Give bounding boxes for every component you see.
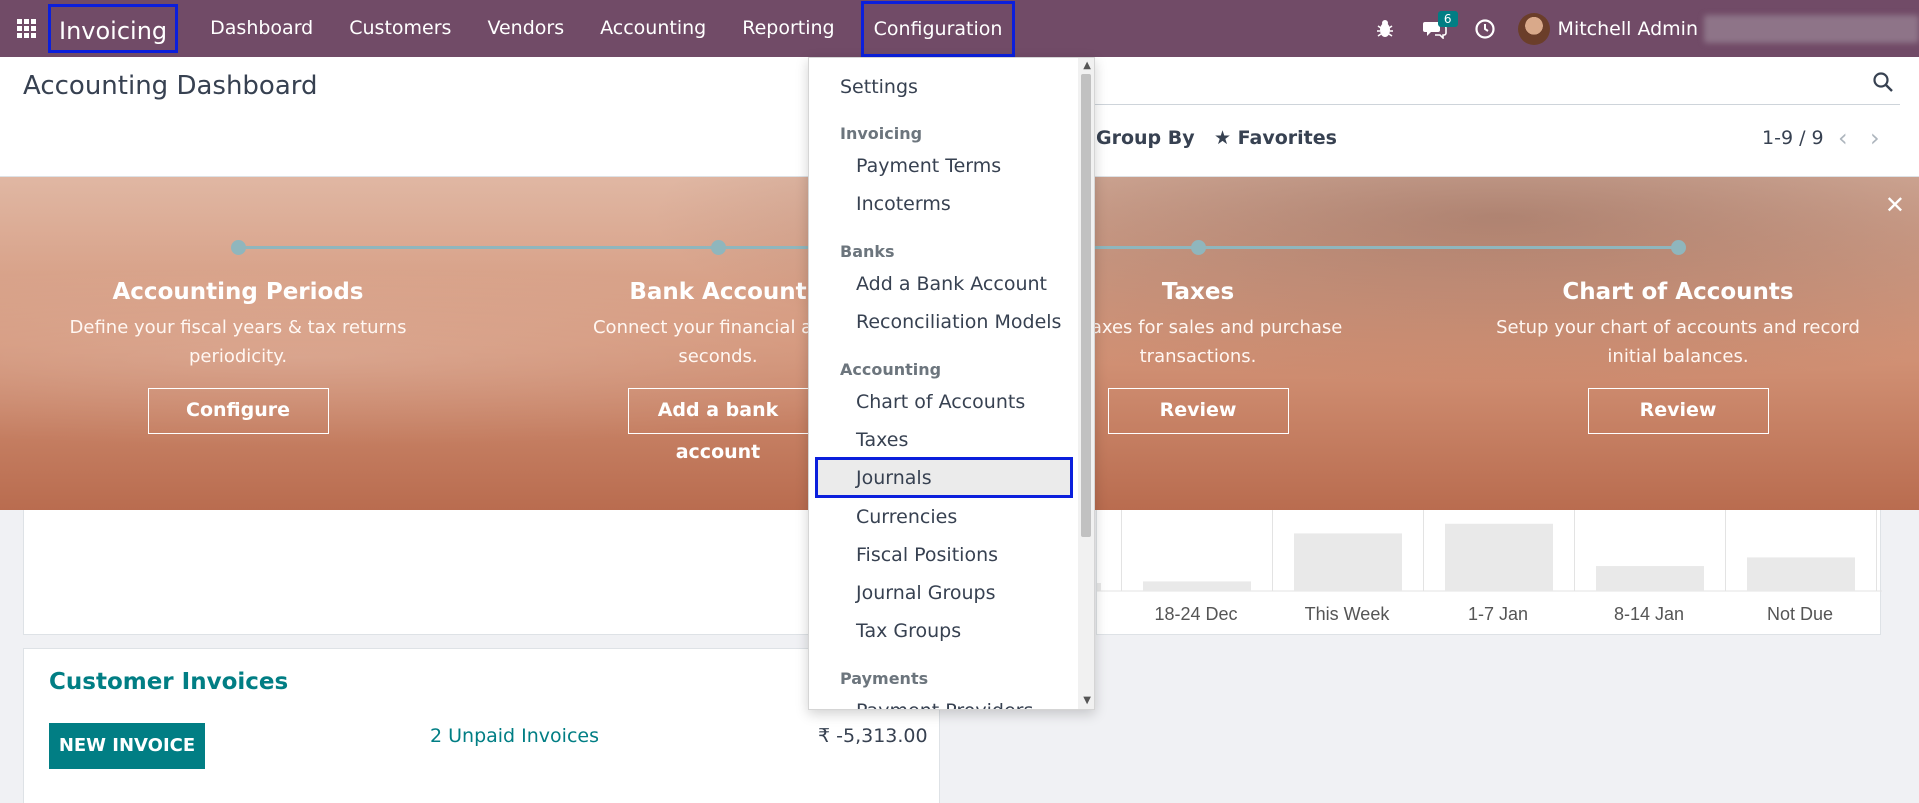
scrollbar-thumb[interactable]	[1081, 74, 1091, 537]
menu-item-chart-of-accounts[interactable]: Chart of Accounts	[809, 391, 1069, 413]
menu-item-currencies[interactable]: Currencies	[809, 506, 1069, 528]
section-header-invoicing: Invoicing	[840, 124, 923, 143]
search-icon[interactable]	[1872, 71, 1894, 98]
debug-bug-icon[interactable]	[1360, 0, 1410, 57]
menu-customers[interactable]: Customers	[331, 0, 469, 57]
step-dot	[231, 240, 246, 255]
pager-previous-icon[interactable]: ‹	[1838, 124, 1848, 152]
journal-card	[23, 510, 940, 635]
chart-bar[interactable]	[1596, 566, 1704, 591]
review-taxes-button[interactable]: Review	[1107, 388, 1289, 434]
step-title: Chart of Accounts	[1562, 279, 1794, 305]
menu-reporting[interactable]: Reporting	[724, 0, 852, 57]
group-by-button[interactable]: Group By	[1096, 127, 1195, 149]
progress-line	[1198, 246, 1678, 249]
step-dot	[711, 240, 726, 255]
chat-icon[interactable]: 6	[1410, 0, 1460, 57]
chart-bar-partial[interactable]	[1097, 583, 1101, 591]
chart-x-label: This Week	[1304, 604, 1390, 624]
chat-count-badge: 6	[1437, 11, 1458, 27]
chart-x-label: Not Due	[1766, 604, 1834, 624]
favorites-label: Favorites	[1237, 127, 1337, 149]
user-avatar[interactable]	[1517, 12, 1550, 45]
configuration-dropdown: Settings Invoicing Payment Terms Incoter…	[808, 57, 1095, 710]
card-title[interactable]: Customer Invoices	[49, 669, 288, 695]
review-chart-button[interactable]: Review	[1587, 388, 1769, 434]
app-brand[interactable]: Invoicing	[48, 4, 179, 53]
top-navbar: Invoicing Dashboard Customers Vendors Ac…	[0, 0, 1919, 57]
menu-item-reconciliation-models[interactable]: Reconciliation Models	[809, 311, 1069, 333]
section-header-accounting: Accounting	[840, 360, 942, 379]
step-dot	[1191, 240, 1206, 255]
step-title: Accounting Periods	[112, 279, 364, 305]
menu-item-journal-groups[interactable]: Journal Groups	[809, 582, 1069, 604]
chart-bar[interactable]	[1294, 533, 1402, 591]
menu-vendors[interactable]: Vendors	[469, 0, 582, 57]
pager-value[interactable]: 1-9 / 9	[1762, 127, 1824, 149]
favorites-button[interactable]: ★ Favorites	[1214, 127, 1337, 149]
customer-invoices-card: Customer Invoices NEW INVOICE 2 Unpaid I…	[23, 648, 940, 803]
page-title: Accounting Dashboard	[23, 71, 318, 101]
step-chart-of-accounts: Chart of Accounts Setup your chart of ac…	[1468, 279, 1888, 434]
apps-menu-icon[interactable]	[0, 0, 52, 57]
activity-clock-icon[interactable]	[1460, 0, 1510, 57]
menu-item-incoterms[interactable]: Incoterms	[809, 193, 1069, 215]
dropdown-scrollbar[interactable]: ▲ ▼	[1078, 58, 1094, 709]
database-name-blurred	[1704, 14, 1919, 43]
menu-item-taxes[interactable]: Taxes	[809, 429, 1069, 451]
chart-x-label: 8-14 Jan	[1613, 604, 1685, 624]
user-name[interactable]: Mitchell Admin	[1558, 18, 1698, 40]
unpaid-invoices-link[interactable]: 2 Unpaid Invoices	[430, 725, 599, 747]
chart-x-label: 18-24 Dec	[1154, 604, 1238, 624]
step-accounting-periods: Accounting Periods Define your fiscal ye…	[28, 279, 448, 434]
close-icon[interactable]: ✕	[1885, 191, 1905, 219]
step-description: Setup your chart of accounts and record i…	[1496, 317, 1860, 367]
chart-x-label: 1-7 Jan	[1467, 604, 1529, 624]
section-header-banks: Banks	[840, 242, 895, 261]
section-header-payments: Payments	[840, 669, 929, 688]
menu-dashboard[interactable]: Dashboard	[192, 0, 331, 57]
star-icon: ★	[1214, 127, 1232, 149]
menu-accounting[interactable]: Accounting	[582, 0, 724, 57]
scroll-down-icon[interactable]: ▼	[1083, 695, 1091, 706]
chart-bar[interactable]	[1747, 557, 1855, 591]
progress-line	[238, 246, 718, 249]
menu-item-add-bank-account[interactable]: Add a Bank Account	[809, 273, 1069, 295]
menu-item-payment-providers[interactable]: Payment Providers	[809, 700, 1069, 709]
chart-bar[interactable]	[1143, 581, 1251, 591]
menu-item-journals[interactable]: Journals	[809, 467, 1069, 489]
configure-button[interactable]: Configure	[147, 388, 329, 434]
menu-configuration[interactable]: Configuration	[860, 0, 1016, 57]
add-bank-account-button[interactable]: Add a bank account	[627, 388, 809, 463]
pager-next-icon[interactable]: ›	[1870, 124, 1880, 152]
menu-item-payment-terms[interactable]: Payment Terms	[809, 155, 1069, 177]
step-description: Define your fiscal years & tax returns pe…	[69, 317, 407, 367]
chart-bar[interactable]	[1445, 523, 1553, 591]
new-invoice-button[interactable]: NEW INVOICE	[49, 723, 205, 769]
scroll-up-icon[interactable]: ▲	[1083, 60, 1091, 71]
menu-item-tax-groups[interactable]: Tax Groups	[809, 620, 1069, 642]
menu-item-settings[interactable]: Settings	[809, 76, 1069, 98]
step-dot	[1671, 240, 1686, 255]
menu-item-fiscal-positions[interactable]: Fiscal Positions	[809, 544, 1069, 566]
unpaid-amount: ₹ -5,313.00	[818, 725, 928, 747]
search-input[interactable]	[1080, 104, 1900, 105]
